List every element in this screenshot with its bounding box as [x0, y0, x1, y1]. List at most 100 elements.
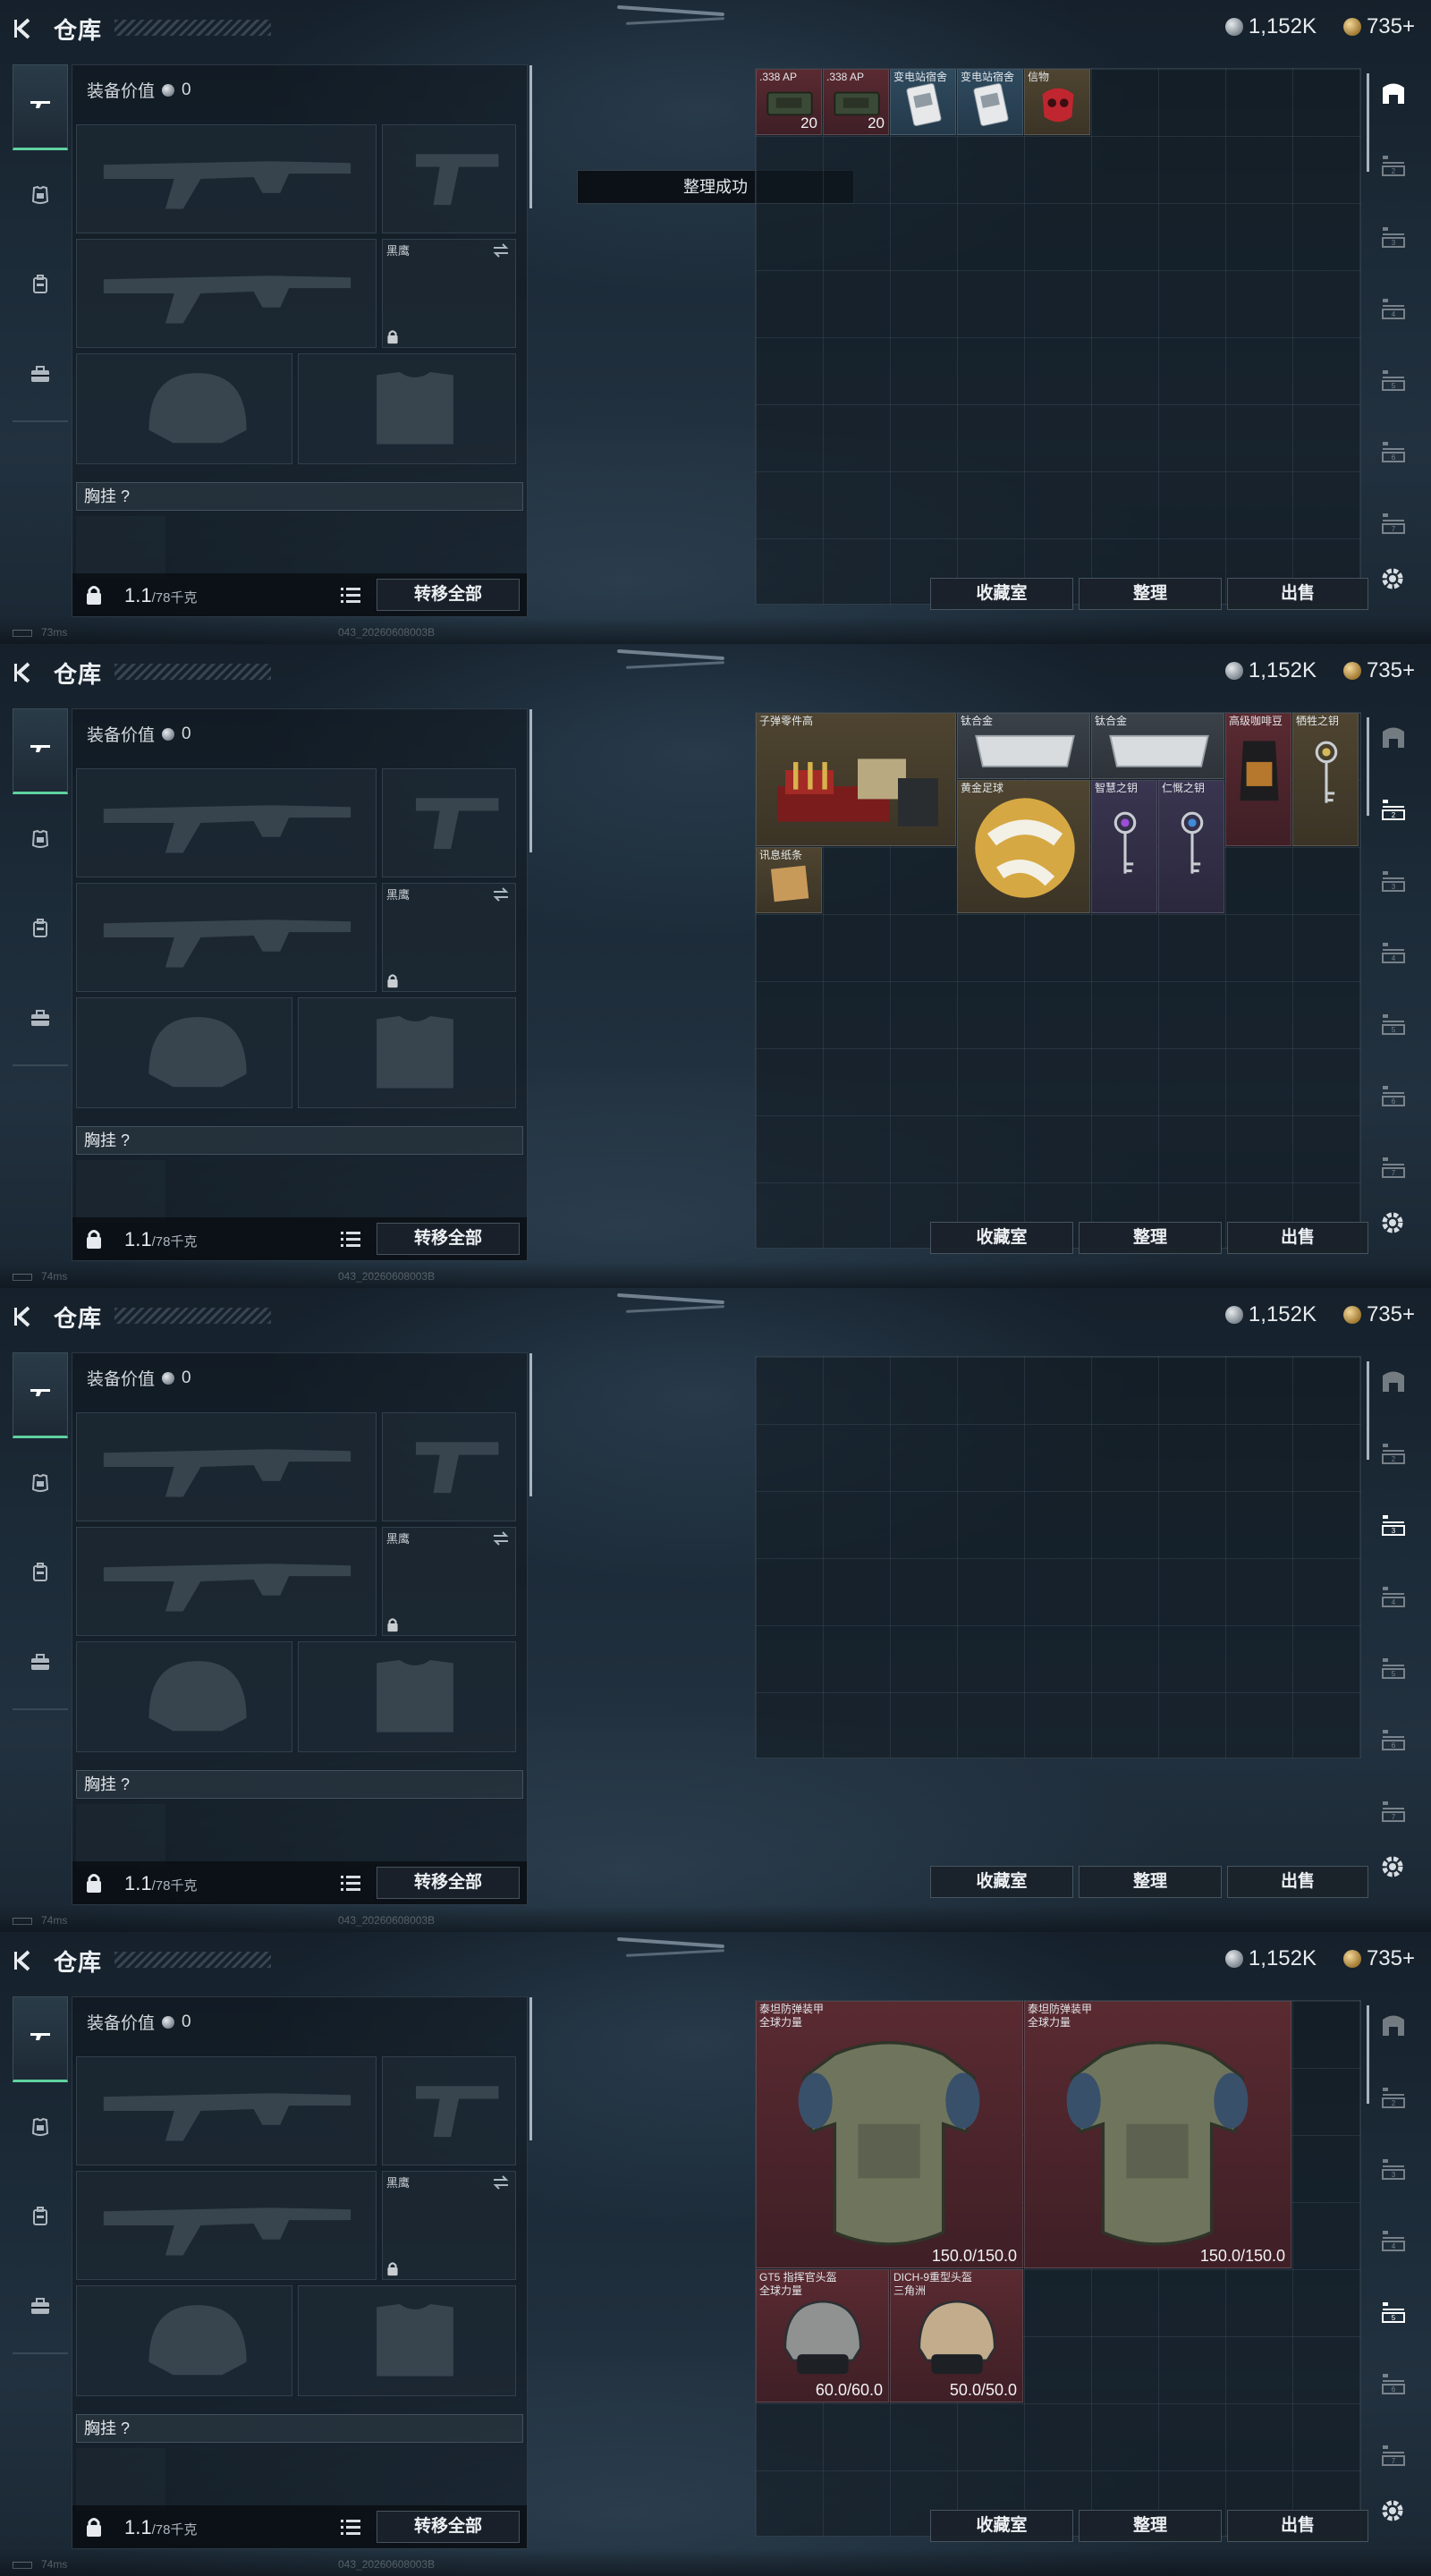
list-icon[interactable] [341, 1874, 360, 1892]
tab-weapons[interactable] [13, 1996, 68, 2082]
storage-grid[interactable]: .338 AP 20 .338 AP 20 变电站宿舍 变电站宿舍 信物 [755, 68, 1361, 605]
sidearm-slot[interactable]: 黑鹰 [382, 239, 516, 348]
storage-item[interactable]: 黄金足球 [957, 780, 1090, 913]
collection-room-button[interactable]: 收藏室 [930, 1222, 1073, 1254]
sidearm-slot[interactable]: 黑鹰 [382, 1527, 516, 1636]
chest-rig-slot[interactable]: 胸挂 ? [76, 1770, 523, 1799]
body-armor-slot[interactable] [298, 1641, 516, 1752]
swap-icon[interactable] [492, 243, 510, 258]
storage-item[interactable]: 牺牲之钥 [1292, 713, 1359, 846]
silver-currency[interactable]: 1,152K [1224, 658, 1317, 683]
gold-currency[interactable]: 735+ [1342, 1302, 1415, 1327]
helmet-slot[interactable] [76, 2285, 292, 2396]
gold-currency[interactable]: 735+ [1342, 658, 1415, 683]
back-arrow-icon[interactable] [13, 1305, 36, 1328]
tab-armor[interactable] [13, 1442, 68, 1528]
tab-case[interactable] [13, 1621, 68, 1707]
storage-item[interactable]: 钛合金 [1091, 713, 1224, 779]
transfer-all-button[interactable]: 转移全部 [377, 2511, 520, 2543]
back-arrow-icon[interactable] [13, 17, 36, 40]
storage-item[interactable]: 智慧之钥 [1091, 780, 1157, 913]
sort-button[interactable]: 整理 [1079, 2510, 1222, 2542]
sort-button[interactable]: 整理 [1079, 578, 1222, 610]
storage-page-tab-6[interactable]: 6 [1376, 1723, 1411, 1758]
loadout-scrollbar[interactable] [529, 65, 532, 208]
sidearm-slot[interactable]: 黑鹰 [382, 883, 516, 992]
pistol-slot[interactable] [382, 2056, 516, 2165]
sort-button[interactable]: 整理 [1079, 1222, 1222, 1254]
tab-armor[interactable] [13, 798, 68, 884]
storage-item[interactable]: 仁慨之钥 [1158, 780, 1224, 913]
storage-page-tab-3[interactable]: 3 [1376, 2152, 1411, 2188]
tab-case[interactable] [13, 2265, 68, 2351]
loadout-scrollbar[interactable] [529, 709, 532, 852]
chest-rig-slot[interactable]: 胸挂 ? [76, 482, 523, 511]
pistol-slot[interactable] [382, 1412, 516, 1521]
storage-grid[interactable]: 泰坦防弹装甲 全球力量 150.0/150.0 泰坦防弹装甲 全球力量 150.0/150… [755, 2000, 1361, 2537]
settings-gear-icon[interactable] [1377, 1852, 1408, 1882]
storage-page-tab-5[interactable]: 5 [1376, 1651, 1411, 1687]
list-icon[interactable] [341, 1230, 360, 1248]
tab-armor[interactable] [13, 154, 68, 240]
silver-currency[interactable]: 1,152K [1224, 1302, 1317, 1327]
tab-weapons[interactable] [13, 1352, 68, 1438]
pistol-slot[interactable] [382, 768, 516, 877]
settings-gear-icon[interactable] [1377, 564, 1408, 594]
storage-item[interactable]: 子弹零件高 [756, 713, 956, 846]
collection-room-button[interactable]: 收藏室 [930, 1866, 1073, 1898]
tab-weapons[interactable] [13, 708, 68, 794]
storage-scrollbar[interactable] [1367, 73, 1369, 172]
helmet-slot[interactable] [76, 997, 292, 1108]
secondary-weapon-slot[interactable] [76, 2171, 377, 2280]
storage-page-tab-7[interactable]: 7 [1376, 1150, 1411, 1186]
lock-icon[interactable] [85, 1872, 103, 1894]
tab-weapons[interactable] [13, 64, 68, 150]
storage-page-tab-1[interactable] [1376, 721, 1411, 757]
storage-page-tab-2[interactable]: 2 [1376, 2080, 1411, 2116]
tab-backpack[interactable] [13, 243, 68, 329]
lock-icon[interactable] [85, 1228, 103, 1250]
storage-page-tab-4[interactable]: 4 [1376, 2224, 1411, 2259]
back-arrow-icon[interactable] [13, 661, 36, 684]
storage-item[interactable]: 高级咖啡豆 [1225, 713, 1291, 846]
chest-rig-slot[interactable]: 胸挂 ? [76, 2414, 523, 2443]
storage-item[interactable]: 泰坦防弹装甲 全球力量 150.0/150.0 [1024, 2001, 1291, 2268]
gold-currency[interactable]: 735+ [1342, 1946, 1415, 1971]
storage-page-tab-1[interactable] [1376, 1365, 1411, 1401]
storage-item[interactable]: 信物 [1024, 69, 1090, 135]
storage-page-tab-3[interactable]: 3 [1376, 220, 1411, 256]
tab-backpack[interactable] [13, 2175, 68, 2261]
secondary-weapon-slot[interactable] [76, 1527, 377, 1636]
sell-button[interactable]: 出售 [1227, 2510, 1368, 2542]
storage-item[interactable]: .338 AP 20 [756, 69, 822, 135]
storage-page-tab-2[interactable]: 2 [1376, 1436, 1411, 1472]
storage-page-tab-2[interactable]: 2 [1376, 792, 1411, 828]
sell-button[interactable]: 出售 [1227, 578, 1368, 610]
sort-button[interactable]: 整理 [1079, 1866, 1222, 1898]
storage-page-tab-7[interactable]: 7 [1376, 1794, 1411, 1830]
transfer-all-button[interactable]: 转移全部 [377, 1223, 520, 1255]
storage-grid-cells[interactable] [755, 1356, 1361, 1758]
pistol-slot[interactable] [382, 124, 516, 233]
storage-page-tab-6[interactable]: 6 [1376, 2367, 1411, 2402]
tab-case[interactable] [13, 333, 68, 419]
secondary-weapon-slot[interactable] [76, 239, 377, 348]
storage-page-tab-5[interactable]: 5 [1376, 2295, 1411, 2331]
sell-button[interactable]: 出售 [1227, 1866, 1368, 1898]
swap-icon[interactable] [492, 887, 510, 902]
silver-currency[interactable]: 1,152K [1224, 14, 1317, 39]
helmet-slot[interactable] [76, 353, 292, 464]
swap-icon[interactable] [492, 1531, 510, 1546]
loadout-scrollbar[interactable] [529, 1353, 532, 1496]
storage-page-tab-2[interactable]: 2 [1376, 148, 1411, 184]
silver-currency[interactable]: 1,152K [1224, 1946, 1317, 1971]
primary-weapon-slot[interactable] [76, 768, 377, 877]
storage-page-tab-3[interactable]: 3 [1376, 864, 1411, 900]
settings-gear-icon[interactable] [1377, 2496, 1408, 2526]
back-arrow-icon[interactable] [13, 1949, 36, 1972]
storage-page-tab-4[interactable]: 4 [1376, 292, 1411, 327]
storage-page-tab-6[interactable]: 6 [1376, 1079, 1411, 1114]
helmet-slot[interactable] [76, 1641, 292, 1752]
storage-page-tab-1[interactable] [1376, 2009, 1411, 2045]
storage-item[interactable]: 讯息纸条 [756, 847, 822, 913]
